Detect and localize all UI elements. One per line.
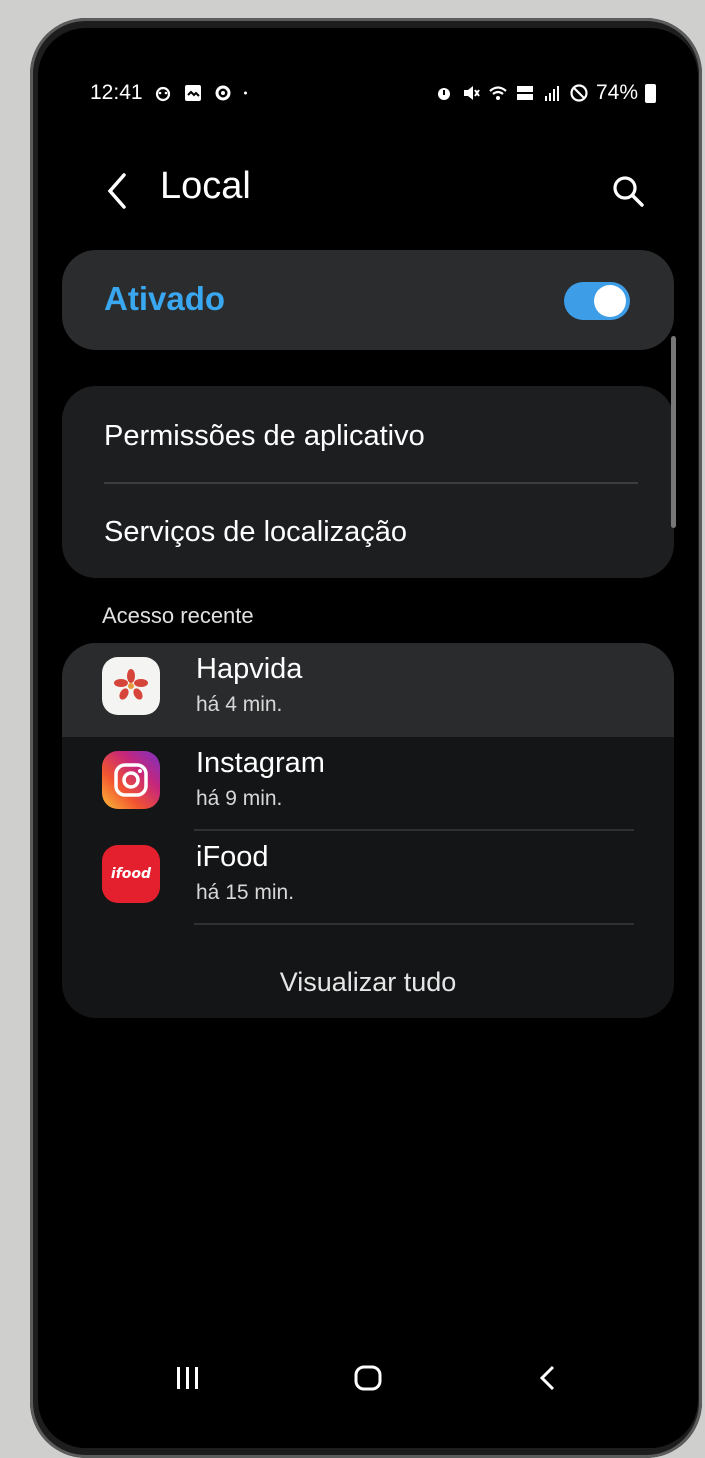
instagram-icon [102,751,160,809]
list-item-instagram[interactable]: Instagram há 9 min. [62,737,674,831]
battery-percent: 74% [595,81,638,104]
toggle-label: Ativado [104,280,226,317]
back-icon [539,1365,555,1391]
location-menu: Permissões de aplicativo Serviços de loc… [62,386,674,578]
screen: 12:41 74% Local Ativado Permissões de ap… [38,28,698,1448]
app-access-time: há 9 min. [196,787,283,810]
dot-icon [243,91,247,95]
app-name: Hapvida [196,653,303,685]
app-access-time: há 4 min. [196,693,283,716]
divider [194,923,634,925]
home-button[interactable] [348,1358,388,1398]
navigation-bar [38,1348,698,1408]
settings-gear-icon [215,85,231,101]
app-access-time: há 15 min. [196,881,295,904]
toggle-switch[interactable] [564,282,630,320]
app-name: iFood [196,841,269,873]
app-name: Instagram [196,747,325,779]
ifood-icon: ifood [102,845,160,903]
toggle-knob [594,285,626,317]
wifi-icon [489,86,507,100]
hapvida-icon [102,657,160,715]
recents-button[interactable] [168,1358,208,1398]
page-title: Local [160,165,251,207]
do-not-disturb-icon [570,84,588,102]
menu-item-app-permissions[interactable]: Permissões de aplicativo [104,420,425,453]
signal-icon [544,86,559,101]
recents-icon [177,1367,198,1389]
list-item-ifood[interactable]: ifood iFood há 15 min. [62,831,674,925]
alarm-icon [437,88,450,100]
gallery-icon [184,85,201,101]
location-master-toggle[interactable]: Ativado [62,250,674,350]
section-label-recent: Acesso recente [102,603,254,628]
divider [104,482,638,484]
volte-icon [516,86,533,100]
status-time: 12:41 [90,81,143,104]
app-bar: Local [78,163,668,223]
back-button[interactable] [528,1358,568,1398]
mute-icon [463,86,480,100]
menu-item-location-services[interactable]: Serviços de localização [104,516,407,549]
search-icon[interactable] [608,171,648,211]
home-icon [354,1365,382,1391]
ifood-logo-text: ifood [110,866,152,882]
scrollbar[interactable] [671,336,676,528]
notification-face-icon [155,86,170,102]
battery-icon [645,83,656,103]
view-all-button[interactable]: Visualizar tudo [62,967,674,998]
recent-access-list: Hapvida há 4 min. Instagram há 9 min. if… [62,643,674,1018]
list-item-hapvida[interactable]: Hapvida há 4 min. [62,643,674,737]
back-chevron-icon[interactable] [98,169,138,213]
status-bar: 12:41 74% [90,76,656,110]
